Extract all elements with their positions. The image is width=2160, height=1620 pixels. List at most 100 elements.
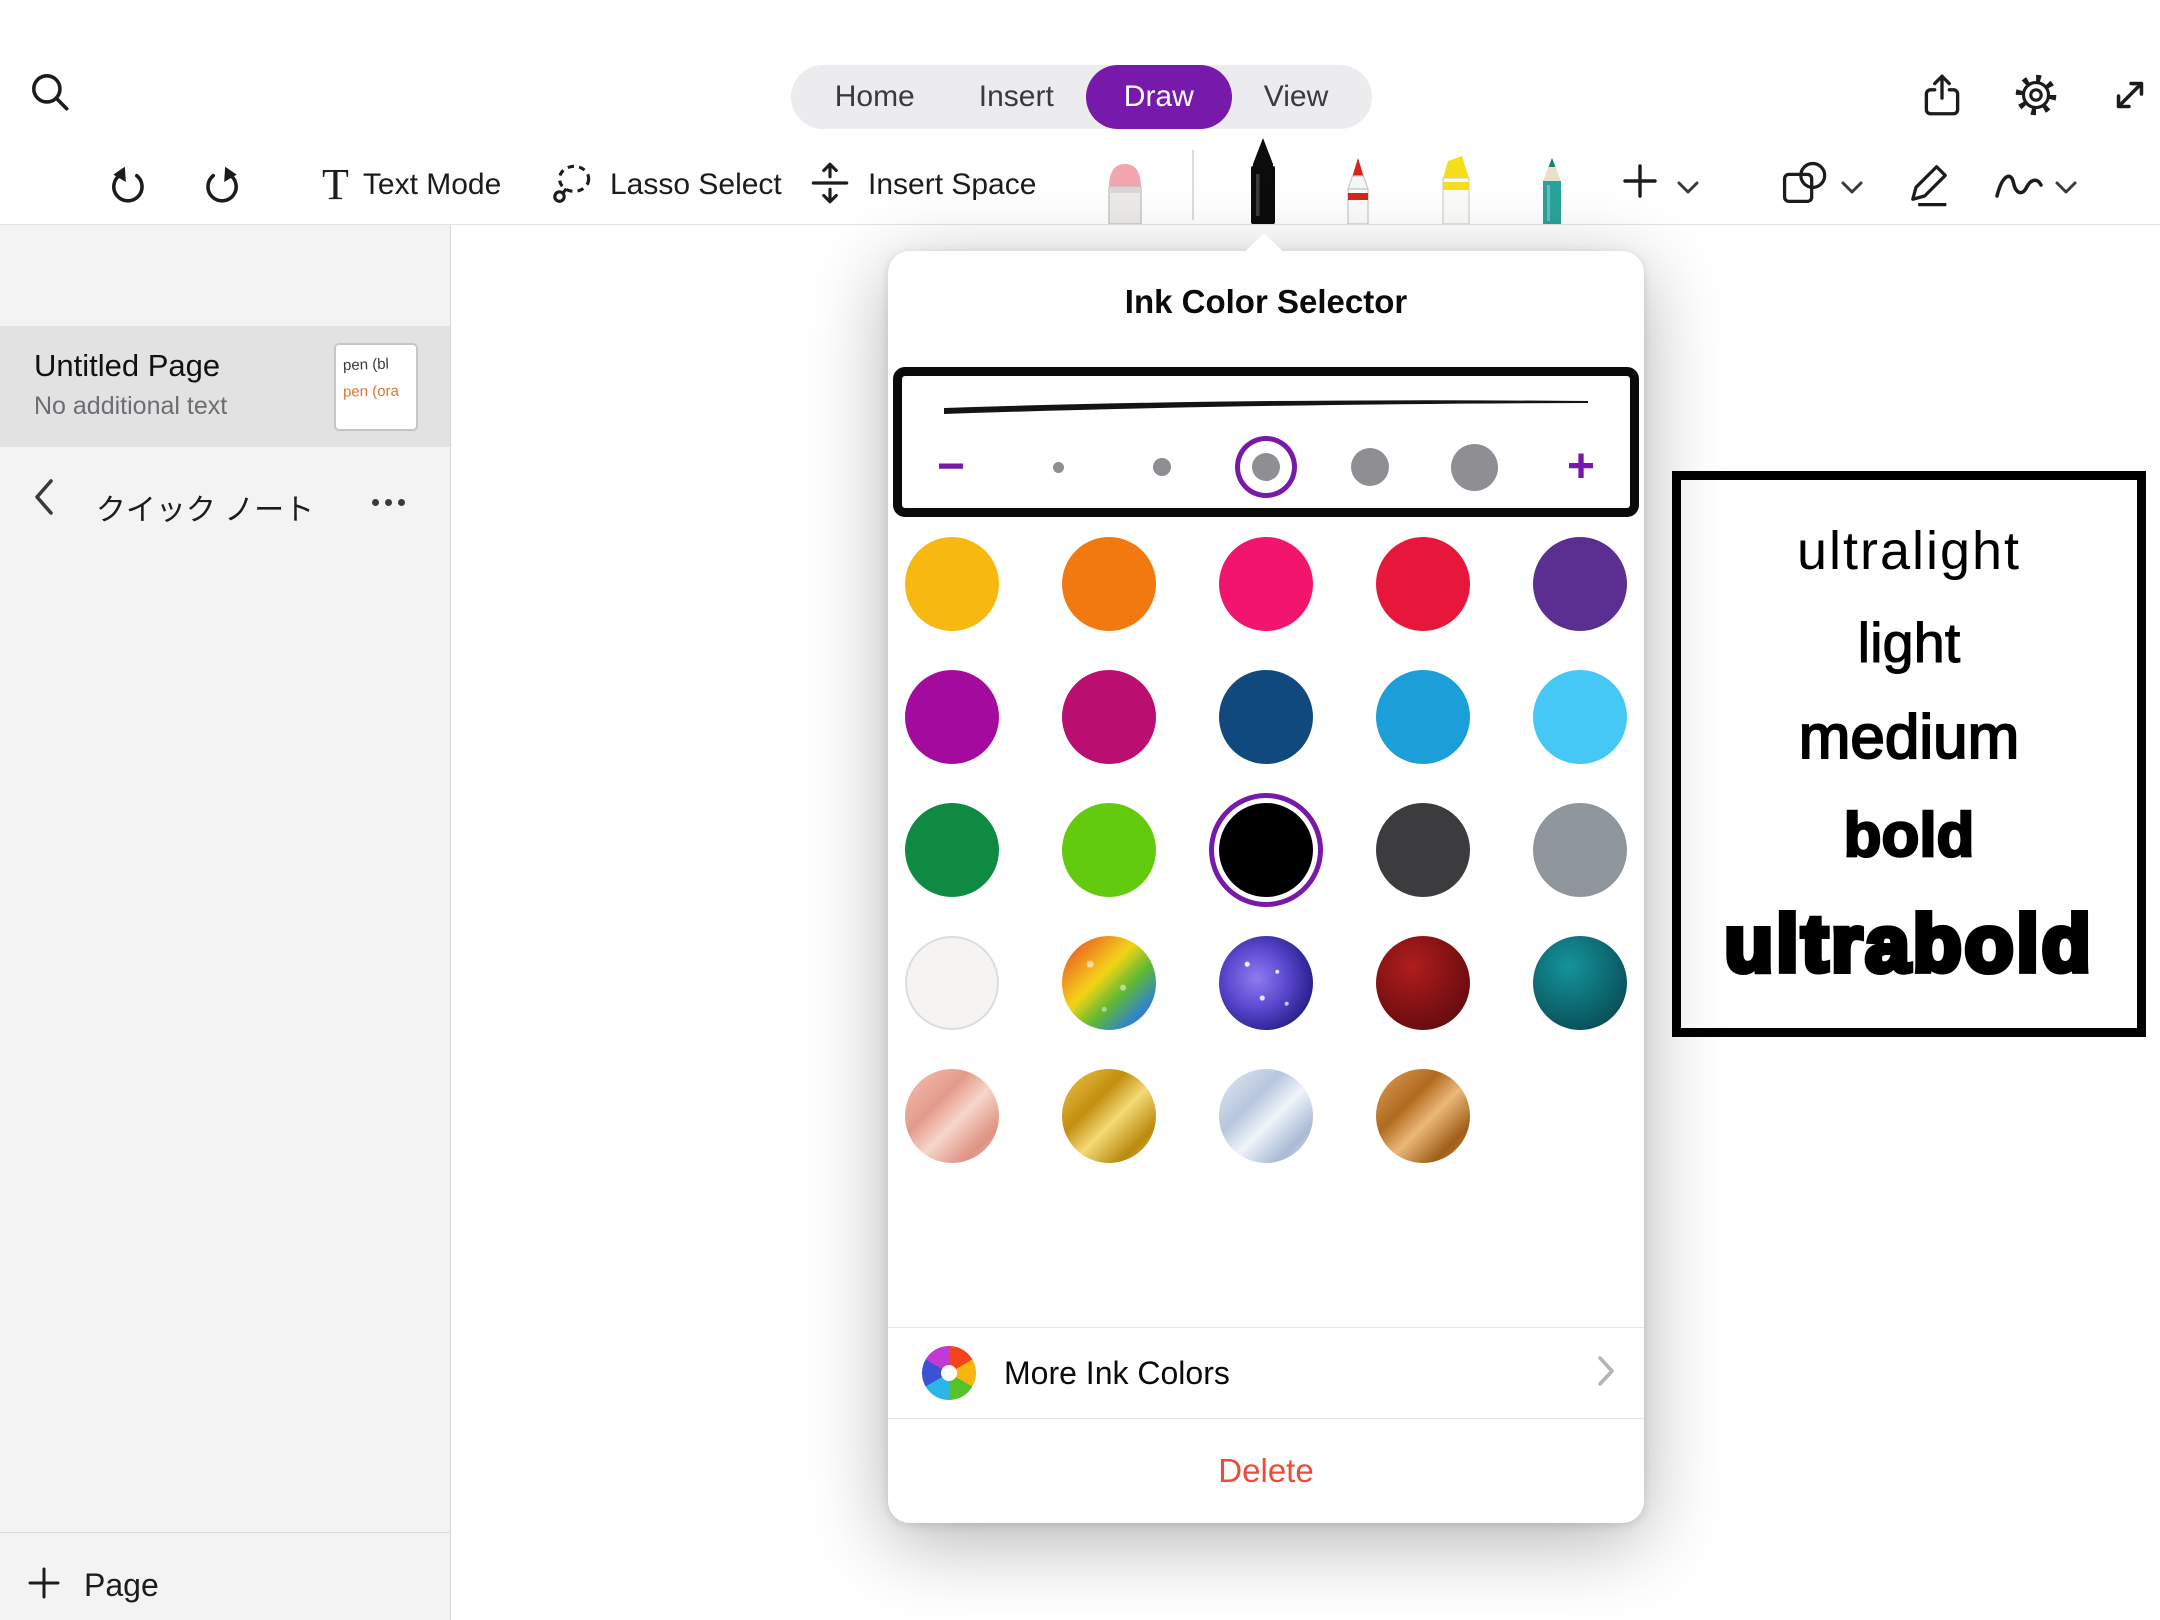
page-list-item-selected[interactable]: Untitled Page No additional text pen (bl…: [0, 326, 450, 447]
stroke-size-3[interactable]: [1252, 453, 1280, 481]
page-list-sidebar: クイック ノート Untitled Page No additional tex…: [0, 225, 451, 1620]
undo-icon: [106, 160, 152, 211]
more-ink-colors-button[interactable]: More Ink Colors: [888, 1328, 1644, 1418]
ink-scribble-button[interactable]: [1990, 164, 2048, 210]
stroke-thickness-panel: − +: [893, 367, 1639, 517]
ink-sample-ultrabold: ultrabold: [1724, 904, 2093, 984]
page-title: Untitled Page: [34, 348, 220, 384]
delete-pen-button[interactable]: Delete: [888, 1419, 1644, 1523]
back-button[interactable]: [26, 477, 62, 521]
add-pen-chevron[interactable]: [1676, 180, 1700, 201]
notebook-more-button[interactable]: [358, 487, 418, 517]
text-mode-icon: T: [322, 163, 349, 207]
ink-color-purple[interactable]: [1533, 537, 1627, 631]
teal-pencil-tool[interactable]: [1522, 158, 1582, 224]
ink-color-dark-red-ink[interactable]: [1376, 936, 1470, 1030]
ink-color-marigold[interactable]: [905, 537, 999, 631]
scribble-chevron[interactable]: [2054, 180, 2078, 201]
ink-color-dark-pink[interactable]: [1062, 670, 1156, 764]
decrease-size-button[interactable]: −: [916, 437, 986, 497]
tab-insert[interactable]: Insert: [947, 65, 1086, 129]
text-mode-button[interactable]: T Text Mode: [322, 156, 501, 214]
plus-icon: [26, 1565, 62, 1606]
stroke-preview: [936, 388, 1596, 429]
insert-space-label: Insert Space: [868, 168, 1036, 202]
ink-color-dark-blue[interactable]: [1219, 670, 1313, 764]
insert-space-icon: [806, 159, 854, 212]
stroke-size-2[interactable]: [1153, 458, 1171, 476]
undo-button[interactable]: [105, 161, 153, 209]
lasso-select-label: Lasso Select: [610, 168, 782, 202]
ink-color-lime-green[interactable]: [1062, 803, 1156, 897]
yellow-highlighter-tool[interactable]: [1428, 156, 1488, 224]
tab-draw[interactable]: Draw: [1086, 65, 1232, 129]
shapes-button[interactable]: [1776, 158, 1830, 212]
eraser-tool[interactable]: [1095, 154, 1155, 224]
stroke-size-1[interactable]: [1053, 462, 1064, 473]
ink-color-dark-gray[interactable]: [1376, 803, 1470, 897]
ink-color-white[interactable]: [905, 936, 999, 1030]
ink-color-light-blue[interactable]: [1533, 670, 1627, 764]
ink-color-gold[interactable]: [1062, 1069, 1156, 1163]
gear-icon: [2011, 70, 2061, 125]
scribble-icon: [1991, 163, 2047, 212]
pen-weight-samples: ultralightlightmediumboldultrabold: [1672, 471, 2146, 1037]
text-mode-label: Text Mode: [363, 168, 501, 202]
insert-space-button[interactable]: Insert Space: [806, 156, 1036, 214]
ink-sample-light: light: [1858, 615, 1961, 671]
increase-size-button[interactable]: +: [1546, 437, 1616, 497]
redo-button[interactable]: [197, 161, 245, 209]
share-icon: [1917, 70, 1967, 125]
chevron-down-icon: [1676, 183, 1700, 200]
shapes-chevron[interactable]: [1840, 180, 1864, 201]
color-wheel-icon: [922, 1346, 976, 1400]
chevron-down-icon: [1840, 183, 1864, 200]
tab-view[interactable]: View: [1232, 65, 1360, 129]
ink-color-bronze[interactable]: [1376, 1069, 1470, 1163]
settings-button[interactable]: [2010, 71, 2062, 123]
onenote-draw-screen: Home Insert Draw View: [0, 0, 2160, 1620]
add-pen-button[interactable]: [1612, 156, 1668, 212]
tab-home[interactable]: Home: [803, 65, 947, 129]
lasso-icon: [548, 159, 596, 212]
ribbon-tab-bar: Home Insert Draw View: [791, 65, 1372, 129]
fullscreen-button[interactable]: [2104, 71, 2156, 123]
chevron-down-icon: [2054, 183, 2078, 200]
ink-color-teal-ink[interactable]: [1533, 936, 1627, 1030]
share-button[interactable]: [1916, 71, 1968, 123]
add-page-button[interactable]: Page: [26, 1555, 159, 1615]
ink-color-magenta[interactable]: [905, 670, 999, 764]
page-thumbnail: pen (bl pen (ora: [334, 343, 418, 431]
plus-icon: [1620, 154, 1660, 214]
ink-color-rainbow-glitter[interactable]: [1062, 936, 1156, 1030]
ink-color-pink[interactable]: [1219, 537, 1313, 631]
ink-color-grid: [905, 537, 1627, 1163]
thumbnail-ink-line: pen (bl: [343, 350, 410, 379]
ink-color-red[interactable]: [1376, 537, 1470, 631]
ink-color-green[interactable]: [905, 803, 999, 897]
ink-color-black[interactable]: [1219, 803, 1313, 897]
thumbnail-ink-line: pen (ora: [343, 377, 409, 405]
ink-color-blue[interactable]: [1376, 670, 1470, 764]
lasso-select-button[interactable]: Lasso Select: [548, 156, 782, 214]
redo-icon: [198, 160, 244, 211]
sidebar-bottom-divider: [0, 1532, 451, 1533]
black-pen-tool-selected[interactable]: [1233, 138, 1293, 224]
red-pen-tool[interactable]: [1328, 158, 1388, 224]
stroke-size-4[interactable]: [1351, 448, 1389, 486]
ink-sample-medium: medium: [1799, 707, 2020, 769]
ink-sample-ultralight: ultralight: [1797, 524, 2021, 578]
pen-edit-icon: [1903, 157, 1955, 214]
ink-color-gray[interactable]: [1533, 803, 1627, 897]
ink-color-rose-gold[interactable]: [905, 1069, 999, 1163]
search-icon: [27, 69, 73, 120]
pen-annotate-button[interactable]: [1902, 158, 1956, 212]
ink-color-silver[interactable]: [1219, 1069, 1313, 1163]
stroke-size-5[interactable]: [1451, 444, 1498, 491]
ink-color-orange[interactable]: [1062, 537, 1156, 631]
toolbar-divider: [1192, 150, 1194, 220]
chevron-right-icon: [1596, 1354, 1616, 1393]
stroke-size-controls: − +: [916, 434, 1616, 500]
ink-color-galaxy-glitter[interactable]: [1219, 936, 1313, 1030]
search-button[interactable]: [26, 70, 74, 118]
